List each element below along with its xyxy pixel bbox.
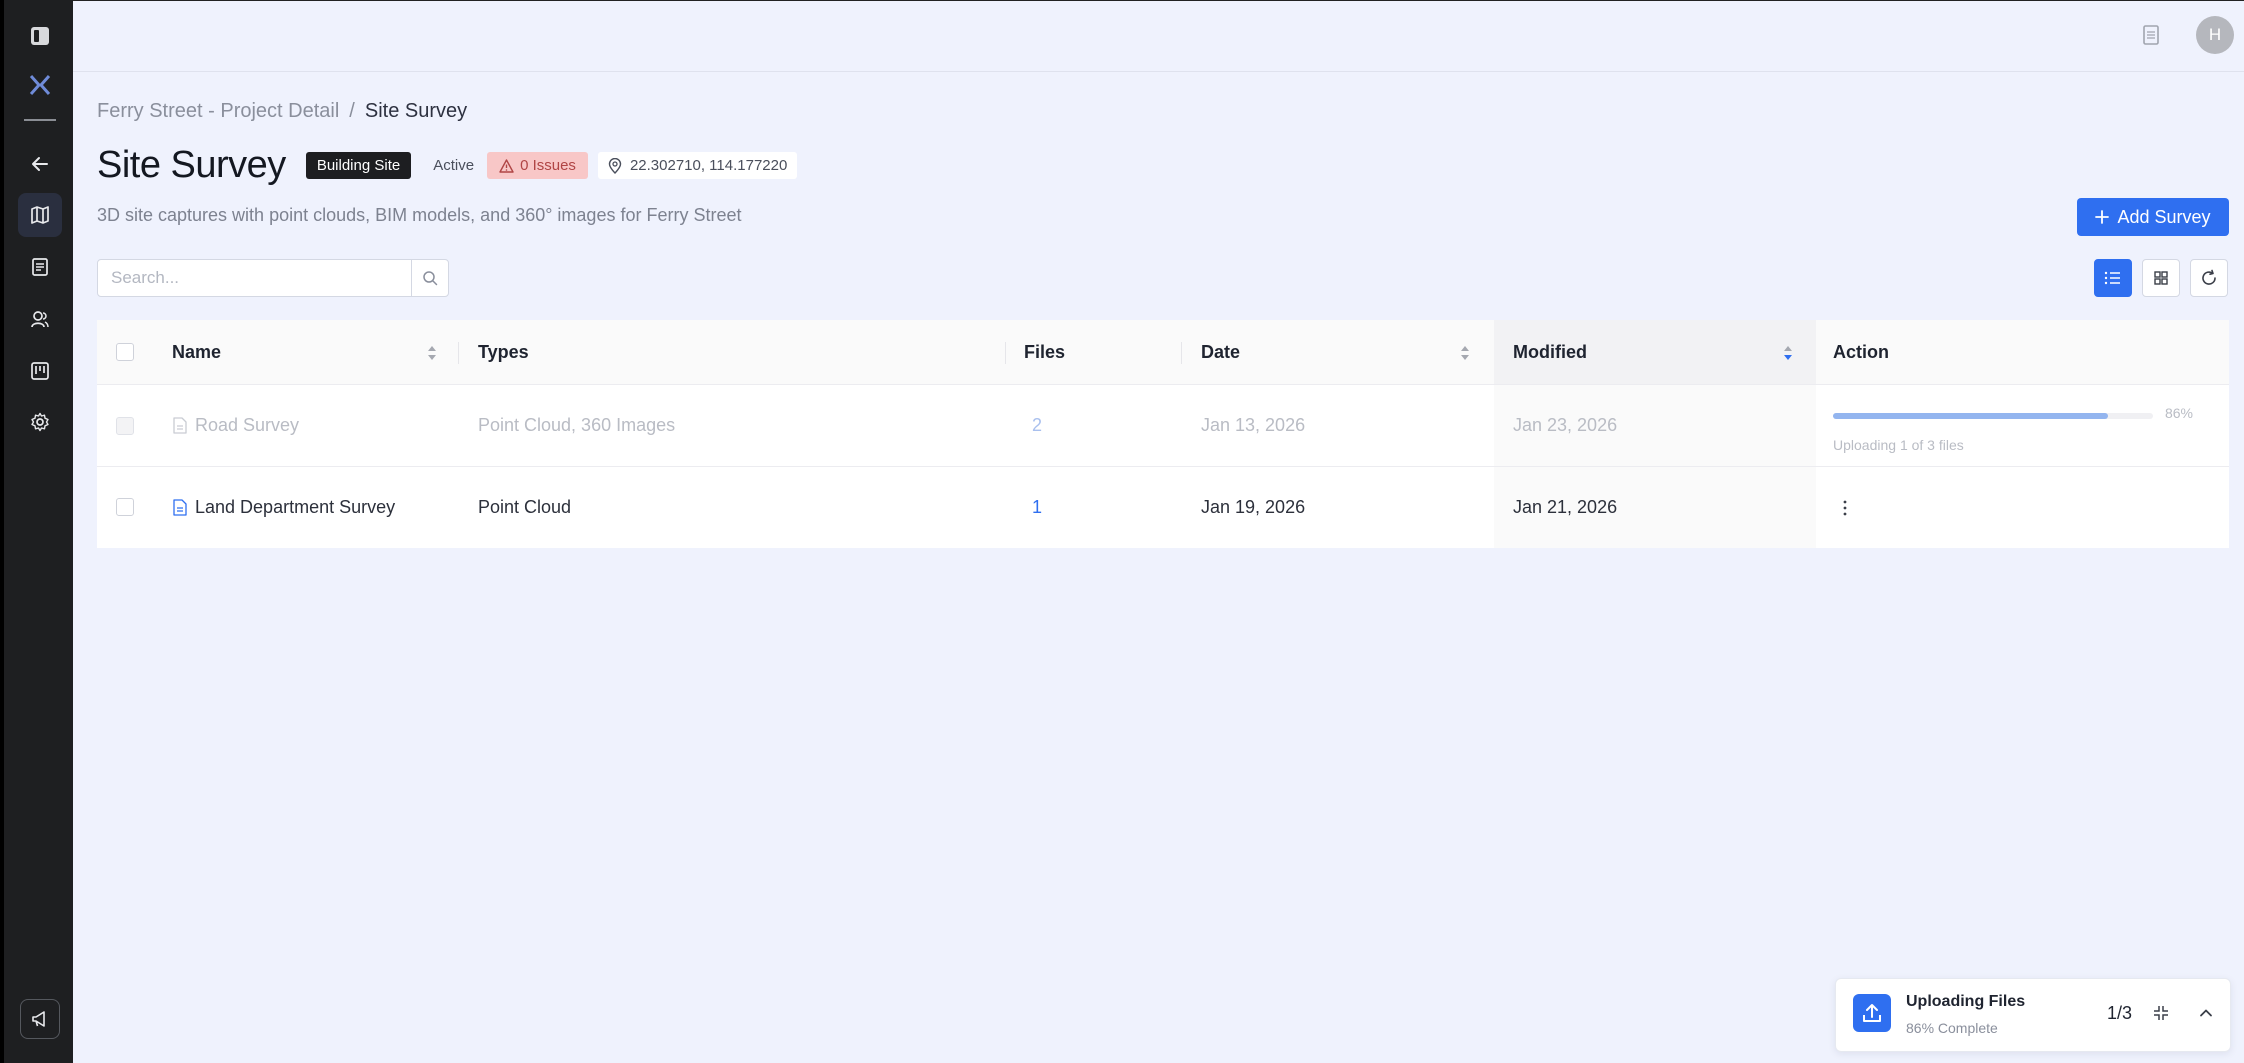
arrow-left-icon xyxy=(32,157,48,171)
column-header-types: Types xyxy=(478,342,529,362)
add-survey-button[interactable]: Add Survey xyxy=(2077,198,2229,236)
panel-toggle-icon xyxy=(31,27,49,45)
files-count-link[interactable]: 2 xyxy=(1032,385,1042,466)
kanban-icon xyxy=(31,362,49,380)
page-title: Site Survey xyxy=(97,144,286,186)
sort-icon[interactable] xyxy=(1460,344,1470,362)
table-row[interactable]: Land Department Survey Point Cloud 1 Jan… xyxy=(97,467,2229,548)
announcements-button[interactable] xyxy=(20,999,60,1039)
column-separator xyxy=(1181,342,1182,364)
toast-subtitle: 86% Complete xyxy=(1906,1020,1998,1036)
modified-cell: Jan 21, 2026 xyxy=(1513,497,1618,517)
sidebar-item-board[interactable] xyxy=(18,349,62,393)
page-subtitle: 3D site captures with point clouds, BIM … xyxy=(97,205,742,225)
megaphone-icon xyxy=(32,1011,45,1027)
toast-title: Uploading Files xyxy=(1906,993,2026,1010)
search-icon xyxy=(423,271,438,286)
document-icon[interactable] xyxy=(2140,23,2162,47)
grid-view-button[interactable] xyxy=(2142,259,2180,297)
file-icon xyxy=(173,499,187,516)
surveys-table: Name Types Files Date Modified Action Ro… xyxy=(97,320,2229,548)
status-text: Active xyxy=(433,157,475,174)
coordinates-badge: 22.302710, 114.177220 xyxy=(597,152,798,179)
issues-badge-label: 0 Issues xyxy=(520,157,576,174)
types-cell: Point Cloud xyxy=(478,497,572,517)
upload-toast: Uploading Files 86% Complete 1/3 xyxy=(1835,978,2231,1052)
issues-badge[interactable]: 0 Issues xyxy=(487,152,588,179)
column-separator xyxy=(458,342,459,364)
sort-icon[interactable] xyxy=(427,344,437,362)
app-logo[interactable] xyxy=(18,63,62,107)
panel-toggle-button[interactable] xyxy=(18,14,62,58)
refresh-button[interactable] xyxy=(2190,259,2228,297)
sidebar-item-settings[interactable] xyxy=(18,400,62,444)
list-icon xyxy=(2104,271,2120,285)
table-header: Name Types Files Date Modified Action xyxy=(97,320,2229,385)
logo-icon xyxy=(29,75,51,95)
sidebar xyxy=(0,0,73,1063)
column-header-files: Files xyxy=(1024,342,1066,362)
sort-descending-icon[interactable] xyxy=(1783,344,1793,362)
progress-track xyxy=(1833,413,2153,419)
date-cell: Jan 19, 2026 xyxy=(1201,497,1306,517)
top-bar: H xyxy=(73,0,2244,72)
more-vertical-icon xyxy=(1843,500,1847,515)
survey-name: Road Survey xyxy=(195,415,300,435)
breadcrumb-separator: / xyxy=(349,100,355,122)
minimize-icon[interactable] xyxy=(2152,1004,2170,1022)
user-avatar[interactable]: H xyxy=(2196,16,2234,54)
types-cell: Point Cloud, 360 Images xyxy=(478,415,676,435)
sidebar-item-map[interactable] xyxy=(18,193,62,237)
survey-name: Land Department Survey xyxy=(195,497,396,517)
grid-icon xyxy=(2154,271,2168,285)
sidebar-item-documents[interactable] xyxy=(18,245,62,289)
plus-icon xyxy=(2095,210,2110,224)
modified-cell: Jan 23, 2026 xyxy=(1513,415,1618,435)
view-toggle-group xyxy=(2094,259,2228,297)
search-button[interactable] xyxy=(411,260,448,296)
column-separator xyxy=(1005,342,1006,364)
column-header-modified[interactable]: Modified xyxy=(1513,320,1587,385)
breadcrumb-current: Site Survey xyxy=(364,100,468,122)
add-survey-label: Add Survey xyxy=(2117,206,2211,227)
row-checkbox[interactable] xyxy=(116,417,134,435)
users-icon xyxy=(31,311,49,328)
column-header-name[interactable]: Name xyxy=(172,320,221,385)
search-box xyxy=(97,259,449,297)
files-count-link[interactable]: 1 xyxy=(1032,467,1042,548)
upload-icon xyxy=(1863,1004,1881,1022)
date-cell: Jan 13, 2026 xyxy=(1201,415,1306,435)
row-checkbox[interactable] xyxy=(116,498,134,516)
refresh-icon xyxy=(2202,269,2216,285)
coordinates-text: 22.302710, 114.177220 xyxy=(629,157,788,174)
location-pin-icon xyxy=(608,157,622,174)
gear-icon xyxy=(31,412,49,432)
upload-icon-wrapper xyxy=(1853,994,1891,1032)
survey-name-cell[interactable]: Land Department Survey xyxy=(173,467,395,548)
title-row: Site Survey Building Site Active 0 Issue… xyxy=(97,144,798,187)
back-button[interactable] xyxy=(18,142,62,186)
warning-icon xyxy=(499,158,514,173)
search-input[interactable] xyxy=(98,260,411,296)
progress-fill xyxy=(1833,413,2109,419)
column-header-date[interactable]: Date xyxy=(1201,320,1240,385)
list-view-button[interactable] xyxy=(2094,259,2132,297)
column-header-action: Action xyxy=(1833,342,1889,362)
select-all-checkbox[interactable] xyxy=(116,343,134,361)
survey-name-cell[interactable]: Road Survey xyxy=(173,385,299,466)
row-actions-button[interactable] xyxy=(1842,467,1848,548)
sidebar-divider xyxy=(24,119,56,121)
document-icon xyxy=(32,258,48,276)
breadcrumb-parent[interactable]: Ferry Street - Project Detail xyxy=(97,100,339,123)
toast-count: 1/3 xyxy=(2107,1003,2133,1023)
breadcrumb: Ferry Street - Project Detail / Site Sur… xyxy=(97,100,467,123)
progress-label: Uploading 1 of 3 files xyxy=(1833,437,1964,453)
site-type-badge: Building Site xyxy=(305,152,412,179)
chevron-up-icon[interactable] xyxy=(2197,1004,2215,1022)
sidebar-item-users[interactable] xyxy=(18,297,62,341)
map-icon xyxy=(31,206,49,224)
progress-percent: 86% xyxy=(2164,405,2193,421)
file-icon xyxy=(173,417,187,434)
table-row[interactable]: Road Survey Point Cloud, 360 Images 2 Ja… xyxy=(97,385,2229,467)
